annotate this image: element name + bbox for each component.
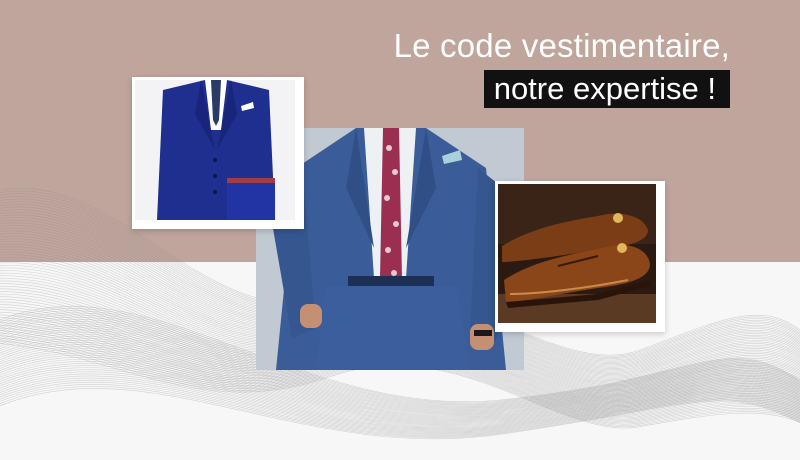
brown-oxford-shoes-photo [495, 181, 665, 332]
three-piece-suit-photo [132, 77, 304, 229]
suit-jacket-icon [135, 80, 295, 220]
headline-line-2-highlight: notre expertise ! [483, 70, 730, 108]
headline-line-1: Le code vestimentaire, [393, 27, 730, 64]
hero-banner: Le code vestimentaire, notre expertise ! [0, 0, 800, 460]
headline: Le code vestimentaire, notre expertise ! [394, 26, 730, 108]
shoes-icon [498, 184, 656, 323]
